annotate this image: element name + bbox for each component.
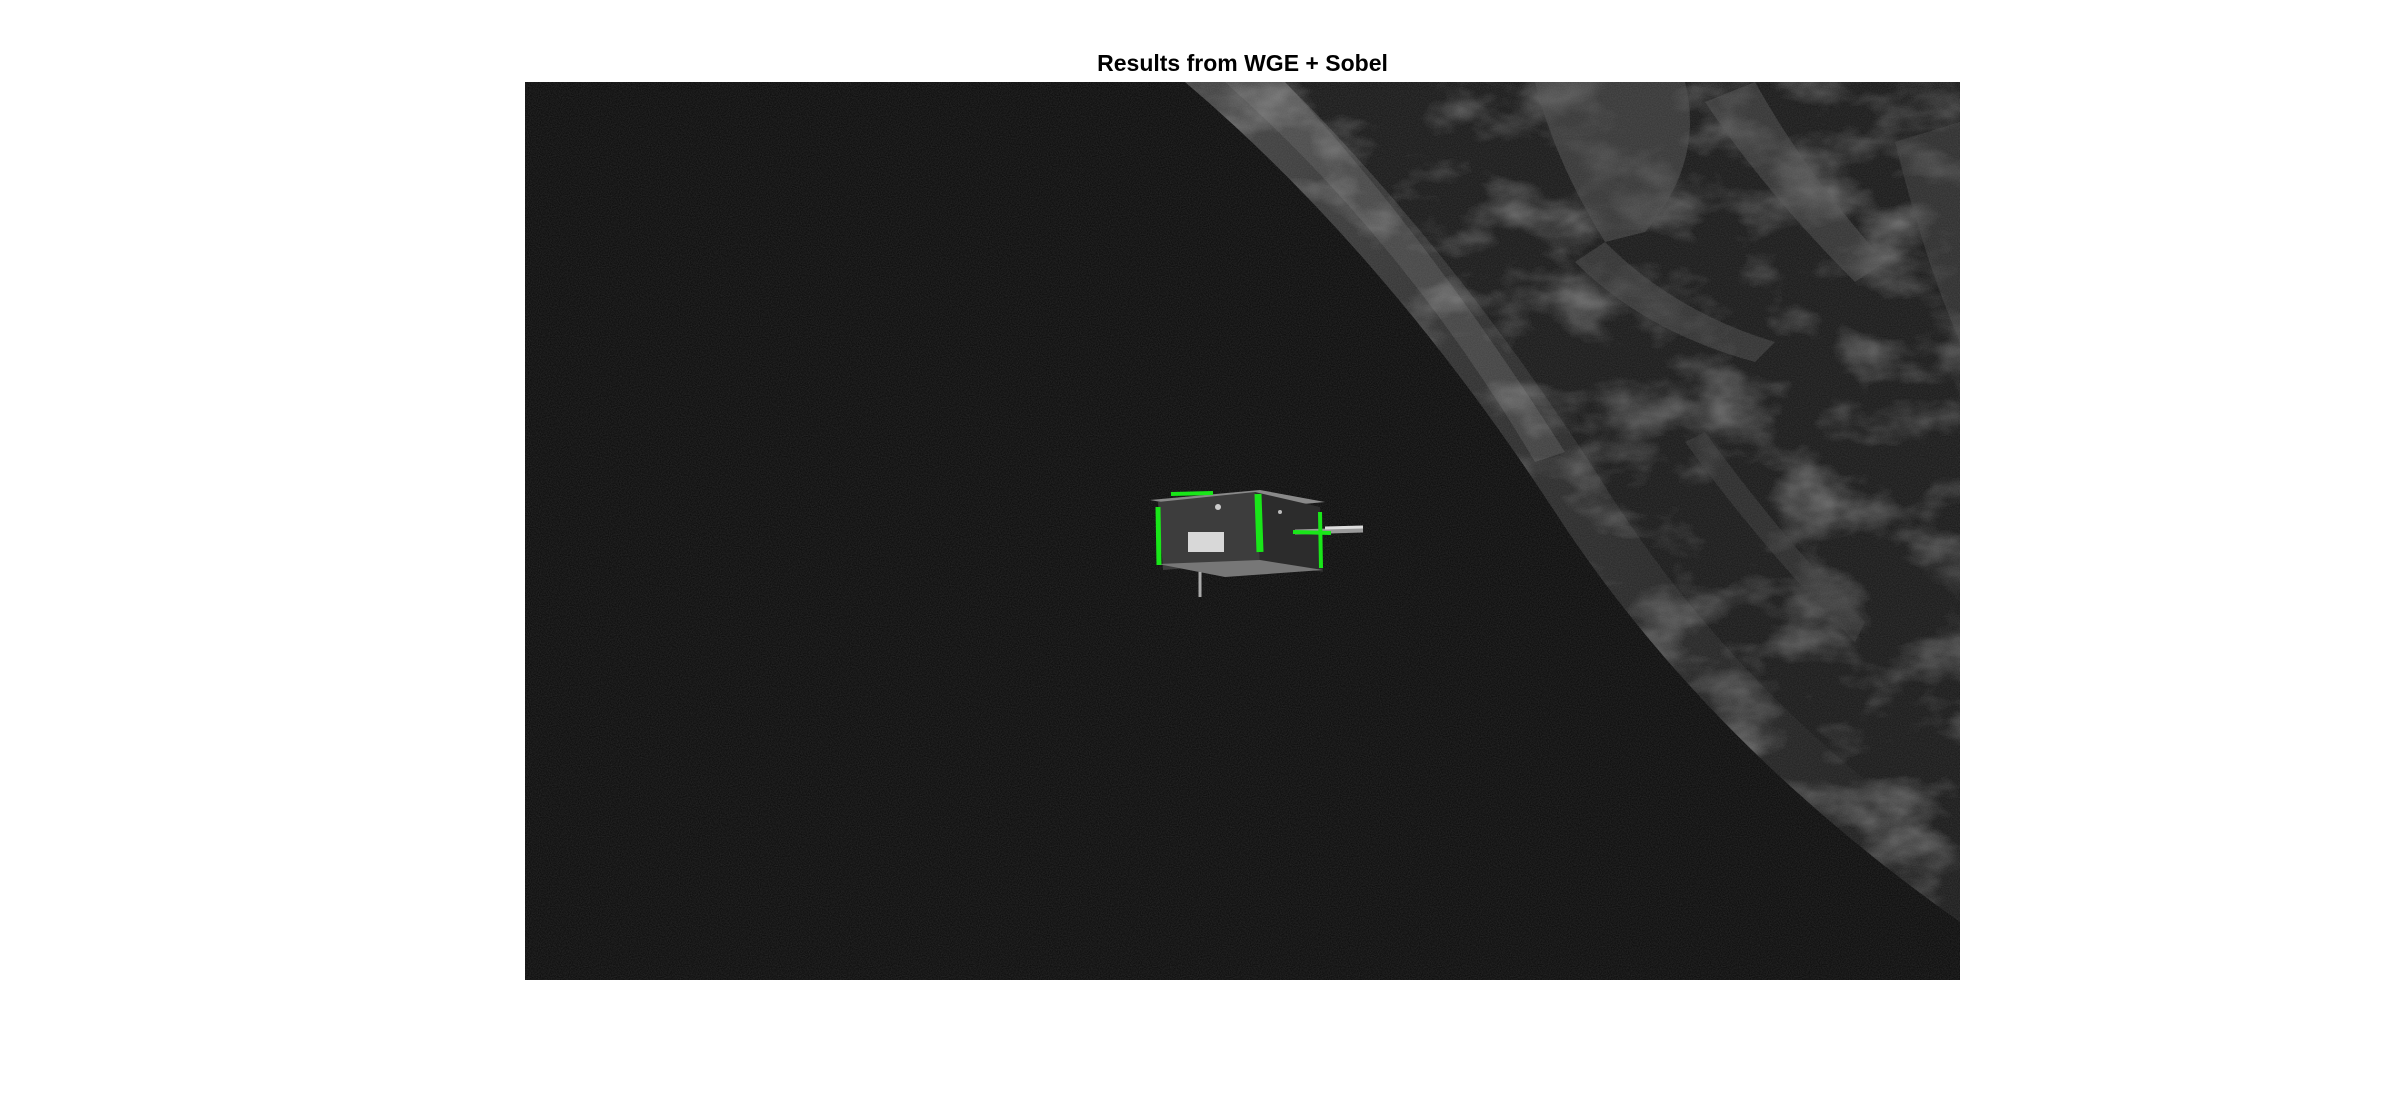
figure-title: Results from WGE + Sobel [1097,50,1388,76]
image-display [525,82,1960,980]
satellite-earth-image [525,82,1960,980]
